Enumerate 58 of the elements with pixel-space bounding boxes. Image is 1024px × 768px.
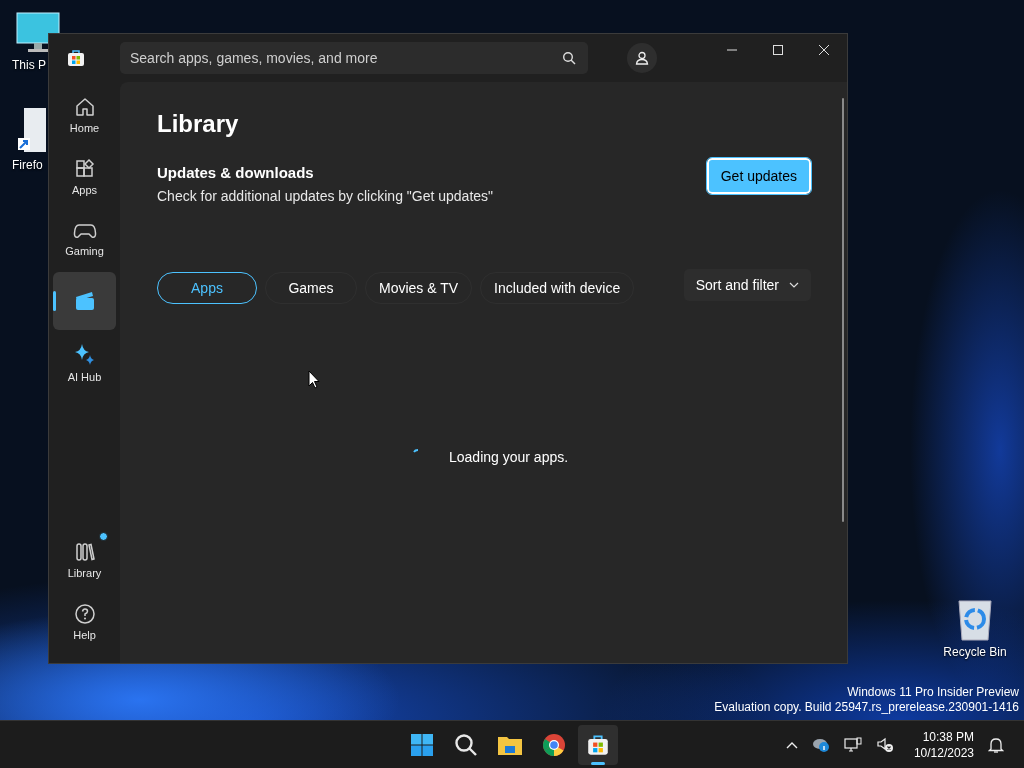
bell-icon[interactable]: [988, 735, 1004, 754]
monitor-icon[interactable]: [16, 12, 60, 54]
recycle-bin-icon[interactable]: [957, 597, 993, 641]
close-icon: [818, 44, 830, 56]
file-shortcut-icon[interactable]: [18, 106, 46, 154]
network-icon[interactable]: [843, 736, 862, 753]
cursor-icon: [308, 370, 320, 389]
edition-notice: Evaluation copy. Build 25947.rs_prerelease.230901-1416: [714, 700, 1019, 715]
get-updates-button[interactable]: Get updates: [706, 158, 811, 194]
home-icon: [73, 96, 96, 118]
nav-label: Library: [67, 567, 102, 579]
sort-filter-button[interactable]: Sort and filter: [683, 269, 811, 301]
nav-label: Help: [73, 629, 96, 641]
spinner-icon: [413, 449, 419, 453]
maximize-icon: [772, 44, 784, 56]
clock[interactable]: 10:38 PM 10/12/2023: [913, 728, 974, 761]
page-title: Library: [157, 110, 240, 138]
nav-label: AI Hub: [67, 371, 102, 383]
store-bag-icon: [587, 733, 609, 756]
windows-logo-icon: [410, 732, 434, 757]
library-icon: [73, 541, 96, 563]
clock-date: 10/12/2023: [913, 744, 974, 761]
apps-icon: [73, 158, 96, 180]
chrome-icon: [542, 732, 566, 757]
taskbar-app[interactable]: [578, 724, 618, 765]
chevron-down-icon: [789, 282, 799, 288]
scrollbar[interactable]: [842, 98, 844, 522]
clock-time: 10:38 PM: [922, 728, 974, 745]
search-field[interactable]: Search apps, games, movies, and more: [120, 42, 588, 74]
nav-label: Apps: [71, 184, 98, 196]
search-icon: [454, 732, 478, 757]
nav-label: Gaming: [65, 245, 104, 257]
nav-item[interactable]: [53, 272, 116, 330]
nav-item[interactable]: Gaming: [53, 210, 116, 268]
game-controller-icon: [72, 221, 97, 241]
person-icon: [635, 51, 649, 65]
help-icon: [73, 603, 96, 625]
desktop-icon-label: Recycle Bin: [943, 645, 1007, 659]
store-bag-icon: [67, 49, 85, 67]
cloud-info-icon[interactable]: [811, 736, 830, 753]
section-description: Check for additional updates by clicking "Get updates": [157, 188, 494, 204]
nav-item[interactable]: Library: [53, 531, 116, 589]
search-icon: [562, 51, 576, 65]
running-indicator: [591, 761, 605, 765]
desktop-icon-label: Firefo: [12, 158, 43, 172]
nav-item[interactable]: Home: [53, 86, 116, 144]
desktop-icon-label: This P: [12, 58, 46, 72]
speaker-muted-icon[interactable]: [875, 736, 894, 753]
nav-item[interactable]: AI Hub: [53, 334, 116, 392]
edition-notice: Windows 11 Pro Insider Preview: [847, 685, 1019, 700]
selection-indicator: [53, 291, 56, 311]
section-title: Updates & downloads: [157, 164, 315, 181]
loading-message: Loading your apps.: [449, 449, 569, 465]
account-button[interactable]: [627, 43, 657, 73]
chevron-up-icon[interactable]: [785, 740, 798, 749]
nav-item[interactable]: Apps: [53, 148, 116, 206]
nav-item[interactable]: Help: [53, 593, 116, 651]
nav-label: Home: [69, 122, 100, 134]
